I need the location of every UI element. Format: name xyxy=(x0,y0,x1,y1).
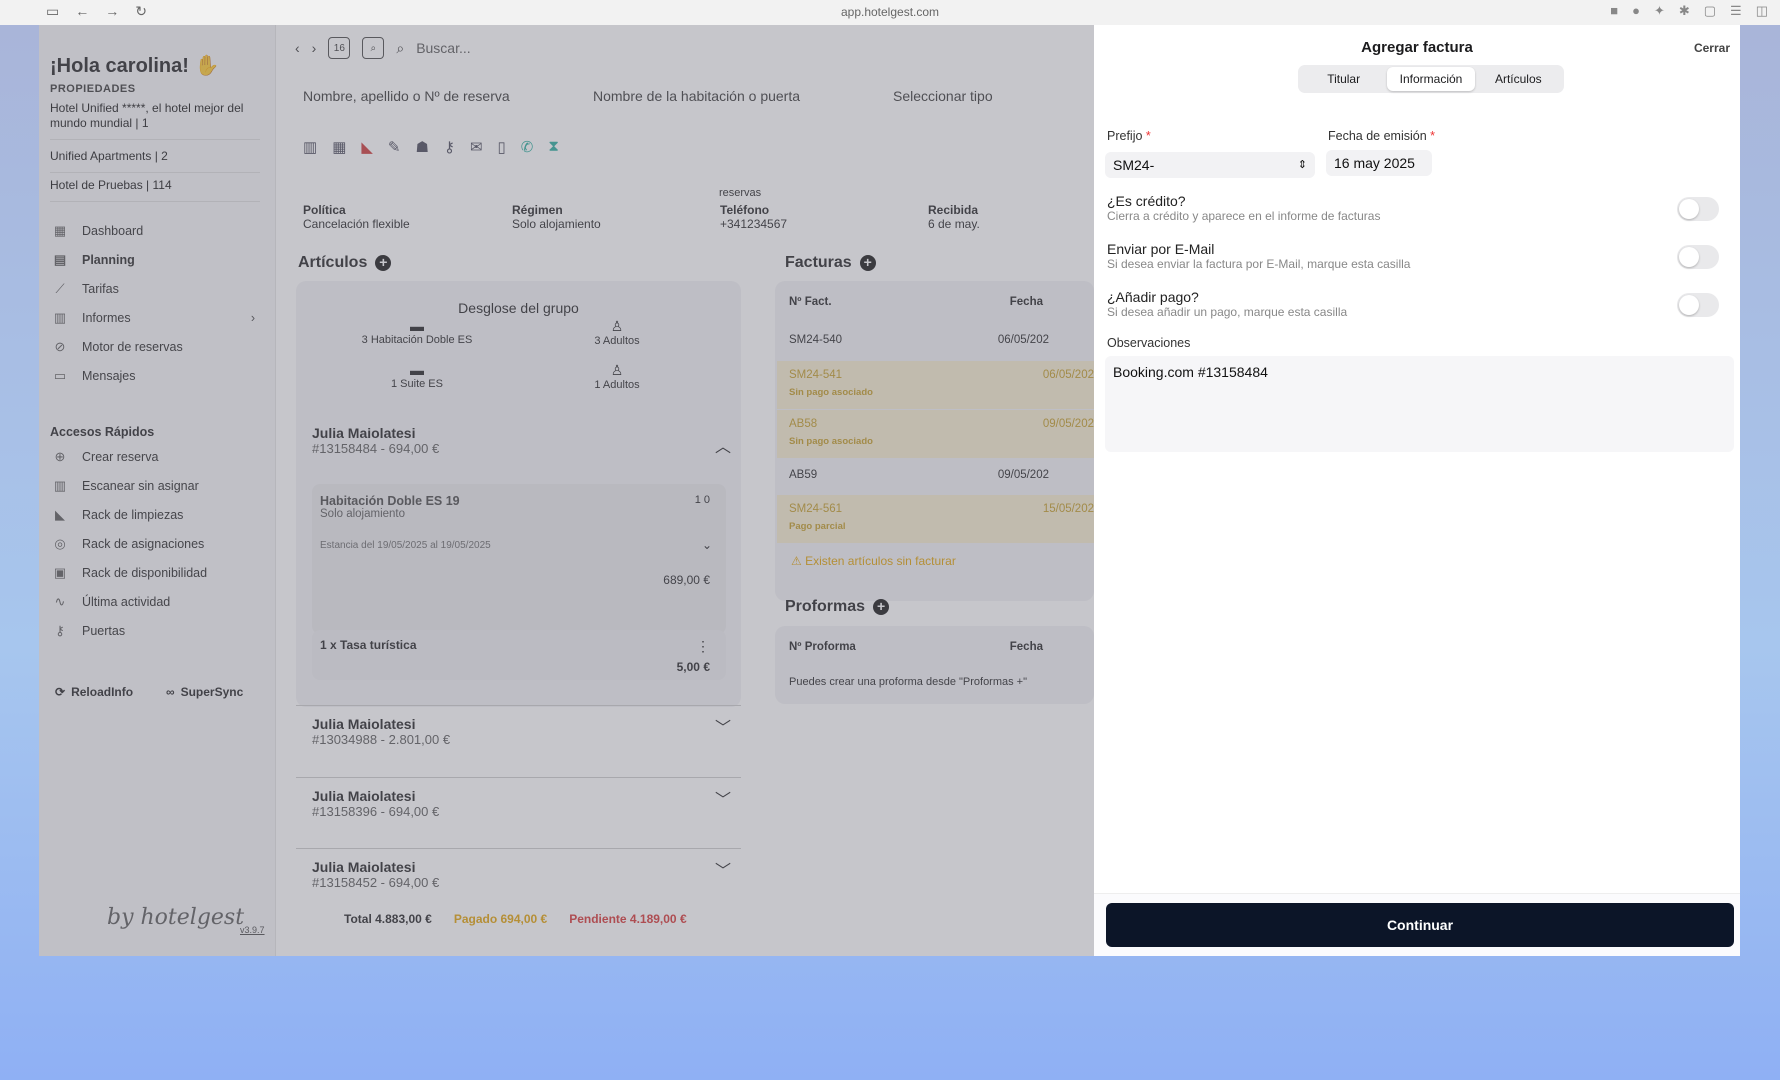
credit-toggle-row: ¿Es crédito? Cierra a crédito y aparece e… xyxy=(1107,193,1727,223)
tab-informacion[interactable]: Información xyxy=(1387,67,1475,91)
close-button[interactable]: Cerrar xyxy=(1694,41,1730,55)
continue-button[interactable]: Continuar xyxy=(1106,903,1734,947)
extension-icon[interactable]: ✱ xyxy=(1679,3,1690,19)
prefix-select[interactable]: SM24- ⇕ xyxy=(1105,152,1315,178)
email-toggle[interactable] xyxy=(1677,245,1719,269)
tab-titular[interactable]: Titular xyxy=(1300,67,1387,91)
observations-label: Observaciones xyxy=(1107,336,1191,350)
browser-toolbar: ▭ ← → ↻ app.hotelgest.com ■ ● ✦ ✱ ▢ ☰ ◫ xyxy=(0,0,1780,25)
extension-icon[interactable]: ● xyxy=(1632,3,1640,19)
tab-bar: Titular Información Artículos xyxy=(1298,65,1564,93)
extension-icon[interactable]: ■ xyxy=(1610,3,1618,19)
app-window: ¡Hola carolina! ✋ PROPIEDADES Hotel Unif… xyxy=(39,25,1740,956)
split-view-icon[interactable]: ◫ xyxy=(1756,3,1768,19)
credit-toggle[interactable] xyxy=(1677,197,1719,221)
prefix-label: Prefijo * xyxy=(1107,129,1151,143)
modal-backdrop[interactable] xyxy=(39,25,1094,956)
chat-icon[interactable]: ▢ xyxy=(1704,3,1716,19)
payment-toggle-row: ¿Añadir pago? Si desea añadir un pago, ma… xyxy=(1107,289,1727,319)
email-toggle-row: Enviar por E-Mail Si desea enviar la fact… xyxy=(1107,241,1727,271)
address-bar[interactable]: app.hotelgest.com xyxy=(0,5,1780,19)
extension-icon[interactable]: ✦ xyxy=(1654,3,1665,19)
observations-textarea[interactable]: Booking.com #13158484 xyxy=(1105,356,1734,452)
date-picker[interactable]: 16 may 2025 xyxy=(1326,150,1432,176)
drawer-title: Agregar factura xyxy=(1361,39,1473,56)
add-invoice-drawer: Agregar factura Cerrar Titular Informaci… xyxy=(1094,25,1740,956)
updown-icon: ⇕ xyxy=(1297,159,1307,171)
payment-toggle[interactable] xyxy=(1677,293,1719,317)
date-label: Fecha de emisión * xyxy=(1328,129,1436,143)
tab-articulos[interactable]: Artículos xyxy=(1475,67,1562,91)
reader-icon[interactable]: ☰ xyxy=(1730,3,1742,19)
